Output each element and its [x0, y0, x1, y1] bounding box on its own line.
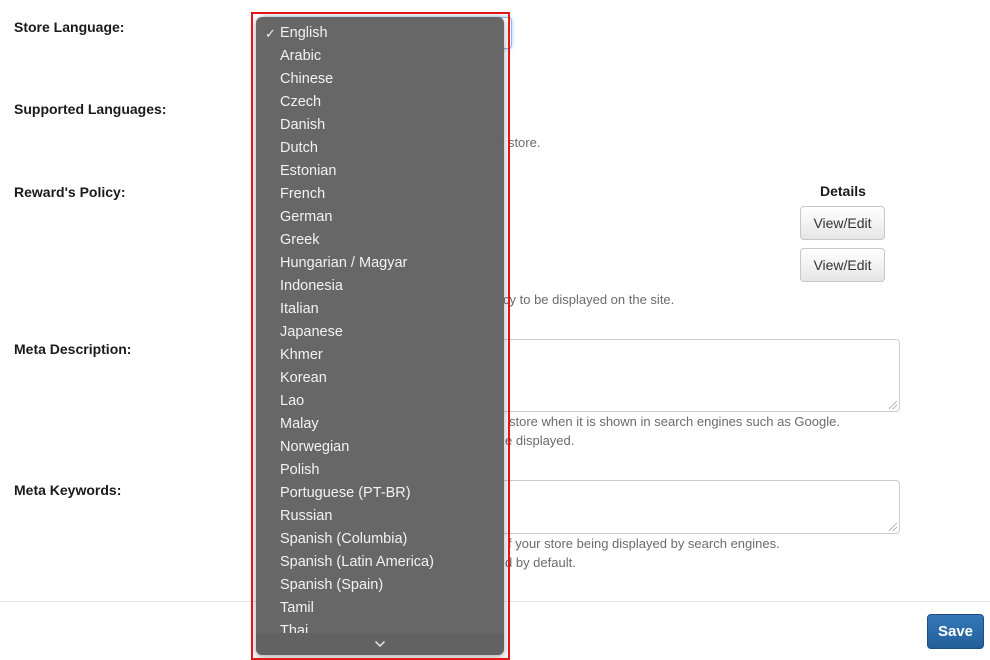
language-option-label: Russian [280, 508, 333, 524]
language-option-label: Italian [280, 301, 319, 317]
language-option-label: Japanese [280, 324, 343, 340]
supported-languages-help: r store. [500, 135, 541, 150]
language-option-label: English [280, 25, 328, 41]
rewards-view-edit-button-2[interactable]: View/Edit [800, 248, 885, 282]
language-option[interactable]: Polish [256, 459, 504, 482]
language-option[interactable]: Italian [256, 298, 504, 321]
language-dropdown-menu[interactable]: ✓ English Arabic Chinese Czech Danish Dutch Est… [256, 17, 504, 655]
rewards-policy-help: cy to be displayed on the site. [503, 292, 675, 307]
resize-grip-icon[interactable] [889, 523, 897, 531]
language-option[interactable]: Chinese [256, 68, 504, 91]
rewards-policy-label: Reward's Policy: [14, 184, 126, 200]
language-option-label: Spanish (Columbia) [280, 531, 408, 547]
meta-description-label: Meta Description: [14, 341, 132, 357]
language-option-label: Polish [280, 462, 320, 478]
language-option[interactable]: French [256, 183, 504, 206]
language-option[interactable]: Malay [256, 413, 504, 436]
language-option[interactable]: Portuguese (PT-BR) [256, 482, 504, 505]
language-option[interactable]: Lao [256, 390, 504, 413]
language-option[interactable]: ✓ English [256, 22, 504, 45]
language-option[interactable]: Czech [256, 91, 504, 114]
meta-keywords-help-line1: f your store being displayed by search e… [508, 536, 780, 551]
language-option[interactable]: Russian [256, 505, 504, 528]
language-option-label: French [280, 186, 326, 202]
meta-description-textarea[interactable] [480, 339, 900, 412]
language-option[interactable]: Japanese [256, 321, 504, 344]
meta-description-help-line2: e displayed. [505, 433, 575, 448]
language-option[interactable]: Spanish (Columbia) [256, 528, 504, 551]
language-option-label: Spanish (Latin America) [280, 554, 434, 570]
details-column-header: Details [820, 183, 866, 199]
language-option[interactable]: Greek [256, 229, 504, 252]
language-option-label: Greek [280, 232, 320, 248]
language-option[interactable]: Indonesia [256, 275, 504, 298]
language-option-label: Spanish (Spain) [280, 577, 384, 593]
language-option-label: German [280, 209, 333, 225]
language-option[interactable]: Korean [256, 367, 504, 390]
language-option-list: ✓ English Arabic Chinese Czech Danish Dutch Est… [256, 17, 504, 643]
language-option-label: Indonesia [280, 278, 343, 294]
language-option-label: Malay [280, 416, 319, 432]
language-option-label: Tamil [280, 600, 314, 616]
supported-languages-label: Supported Languages: [14, 101, 167, 117]
rewards-view-edit-button-1[interactable]: View/Edit [800, 206, 885, 240]
resize-grip-icon[interactable] [889, 401, 897, 409]
store-language-label: Store Language: [14, 19, 125, 35]
language-option[interactable]: Spanish (Latin America) [256, 551, 504, 574]
language-option-label: Korean [280, 370, 327, 386]
language-option-label: Danish [280, 117, 326, 133]
language-option-label: Portuguese (PT-BR) [280, 485, 411, 501]
language-option[interactable]: Dutch [256, 137, 504, 160]
language-option[interactable]: Hungarian / Magyar [256, 252, 504, 275]
scroll-down-button[interactable] [256, 633, 504, 655]
meta-keywords-textarea[interactable] [480, 480, 900, 534]
meta-keywords-help-line2: d by default. [505, 555, 576, 570]
meta-description-help-line1: store when it is shown in search engines… [509, 414, 840, 429]
language-option[interactable]: German [256, 206, 504, 229]
language-option-label: Hungarian / Magyar [280, 255, 408, 271]
language-option-label: Lao [280, 393, 305, 409]
language-option-label: Arabic [280, 48, 322, 64]
language-option[interactable]: Danish [256, 114, 504, 137]
language-option[interactable]: Spanish (Spain) [256, 574, 504, 597]
language-option-label: Chinese [280, 71, 334, 87]
language-option-label: Czech [280, 94, 322, 110]
store-settings-page: Store Language: Supported Languages: Rew… [0, 0, 990, 660]
language-option[interactable]: Estonian [256, 160, 504, 183]
language-option[interactable]: Khmer [256, 344, 504, 367]
language-option[interactable]: Tamil [256, 597, 504, 620]
language-option-label: Khmer [280, 347, 323, 363]
language-option-label: Norwegian [280, 439, 350, 455]
chevron-down-icon [374, 640, 386, 648]
language-option-label: Estonian [280, 163, 337, 179]
language-option[interactable]: Norwegian [256, 436, 504, 459]
language-option[interactable]: Arabic [256, 45, 504, 68]
save-button[interactable]: Save [927, 614, 984, 649]
meta-keywords-label: Meta Keywords: [14, 482, 122, 498]
checkmark-icon: ✓ [265, 26, 276, 41]
language-option-label: Dutch [280, 140, 318, 156]
